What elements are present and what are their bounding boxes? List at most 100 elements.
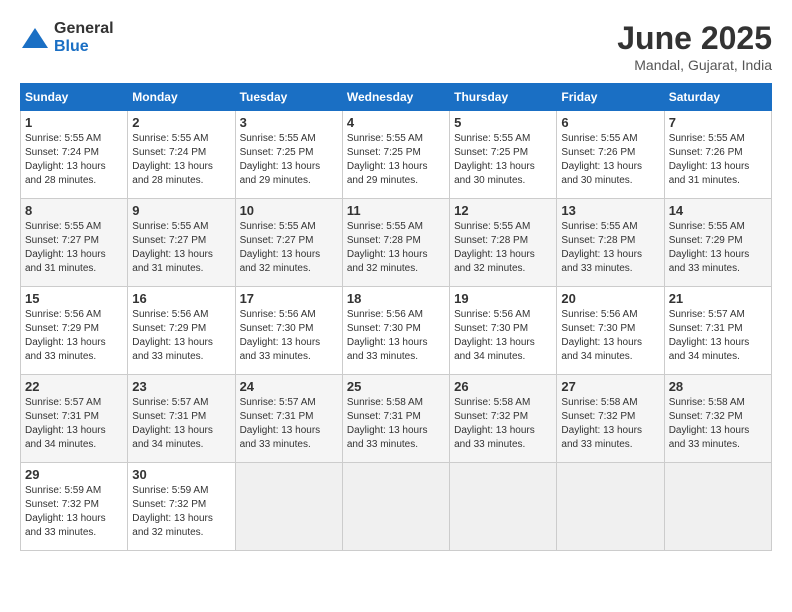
day-number-15: 15 bbox=[25, 291, 123, 306]
day-cell-21: 21Sunrise: 5:57 AMSunset: 7:31 PMDayligh… bbox=[664, 287, 771, 375]
day-number-17: 17 bbox=[240, 291, 338, 306]
day-cell-24: 24 Sunrise: 5:57 AMSunset: 7:31 PMDayligh… bbox=[235, 375, 342, 463]
header-thursday: Thursday bbox=[450, 84, 557, 111]
day-info-27: Sunrise: 5:58 AMSunset: 7:32 PMDaylight:… bbox=[561, 396, 659, 452]
page-header: General Blue June 2025 Mandal, Gujarat, … bbox=[20, 20, 772, 73]
day-info-28: Sunrise: 5:58 AMSunset: 7:32 PMDaylight:… bbox=[669, 396, 767, 452]
day-number-8: 8 bbox=[25, 203, 123, 218]
day-number-27: 27 bbox=[561, 379, 659, 394]
day-number-25: 25 bbox=[347, 379, 445, 394]
day-cell-19: 19 Sunrise: 5:56 AMSunset: 7:30 PMDayligh… bbox=[450, 287, 557, 375]
calendar-week-4: 22 Sunrise: 5:57 AMSunset: 7:31 PMDayligh… bbox=[21, 375, 772, 463]
day-cell-2: 2Sunrise: 5:55 AMSunset: 7:24 PMDaylight… bbox=[128, 111, 235, 199]
day-number-28: 28 bbox=[669, 379, 767, 394]
day-info-13: Sunrise: 5:55 AMSunset: 7:28 PMDaylight:… bbox=[561, 220, 659, 276]
day-info-9: Sunrise: 5:55 AMSunset: 7:27 PMDaylight:… bbox=[132, 220, 230, 276]
logo-blue: Blue bbox=[54, 38, 114, 56]
calendar-week-3: 15 Sunrise: 5:56 AMSunset: 7:29 PMDayligh… bbox=[21, 287, 772, 375]
day-number-11: 11 bbox=[347, 203, 445, 218]
day-info-16: Sunrise: 5:56 AMSunset: 7:29 PMDaylight:… bbox=[132, 308, 230, 364]
day-info-25: Sunrise: 5:58 AMSunset: 7:31 PMDaylight:… bbox=[347, 396, 445, 452]
day-cell-14: 14Sunrise: 5:55 AMSunset: 7:29 PMDayligh… bbox=[664, 199, 771, 287]
day-info-29: Sunrise: 5:59 AMSunset: 7:32 PMDaylight:… bbox=[25, 484, 123, 540]
day-info-3: Sunrise: 5:55 AMSunset: 7:25 PMDaylight:… bbox=[240, 132, 338, 188]
day-info-21: Sunrise: 5:57 AMSunset: 7:31 PMDaylight:… bbox=[669, 308, 767, 364]
day-info-10: Sunrise: 5:55 AMSunset: 7:27 PMDaylight:… bbox=[240, 220, 338, 276]
empty-cell bbox=[450, 463, 557, 551]
day-cell-27: 27 Sunrise: 5:58 AMSunset: 7:32 PMDayligh… bbox=[557, 375, 664, 463]
day-info-30: Sunrise: 5:59 AMSunset: 7:32 PMDaylight:… bbox=[132, 484, 230, 540]
empty-cell bbox=[235, 463, 342, 551]
day-cell-22: 22 Sunrise: 5:57 AMSunset: 7:31 PMDayligh… bbox=[21, 375, 128, 463]
day-cell-10: 10 Sunrise: 5:55 AMSunset: 7:27 PMDayligh… bbox=[235, 199, 342, 287]
calendar-body: 1 Sunrise: 5:55 AMSunset: 7:24 PMDaylight… bbox=[21, 111, 772, 551]
day-info-24: Sunrise: 5:57 AMSunset: 7:31 PMDaylight:… bbox=[240, 396, 338, 452]
calendar-header: SundayMondayTuesdayWednesdayThursdayFrid… bbox=[21, 84, 772, 111]
calendar: SundayMondayTuesdayWednesdayThursdayFrid… bbox=[20, 83, 772, 551]
day-cell-13: 13 Sunrise: 5:55 AMSunset: 7:28 PMDayligh… bbox=[557, 199, 664, 287]
day-info-19: Sunrise: 5:56 AMSunset: 7:30 PMDaylight:… bbox=[454, 308, 552, 364]
day-number-20: 20 bbox=[561, 291, 659, 306]
day-info-6: Sunrise: 5:55 AMSunset: 7:26 PMDaylight:… bbox=[561, 132, 659, 188]
logo-general: General bbox=[54, 20, 114, 38]
day-info-4: Sunrise: 5:55 AMSunset: 7:25 PMDaylight:… bbox=[347, 132, 445, 188]
day-cell-25: 25 Sunrise: 5:58 AMSunset: 7:31 PMDayligh… bbox=[342, 375, 449, 463]
day-info-22: Sunrise: 5:57 AMSunset: 7:31 PMDaylight:… bbox=[25, 396, 123, 452]
day-number-24: 24 bbox=[240, 379, 338, 394]
day-info-7: Sunrise: 5:55 AMSunset: 7:26 PMDaylight:… bbox=[669, 132, 767, 188]
day-number-10: 10 bbox=[240, 203, 338, 218]
day-number-6: 6 bbox=[561, 115, 659, 130]
day-cell-30: 30Sunrise: 5:59 AMSunset: 7:32 PMDayligh… bbox=[128, 463, 235, 551]
day-cell-6: 6 Sunrise: 5:55 AMSunset: 7:26 PMDaylight… bbox=[557, 111, 664, 199]
day-cell-12: 12 Sunrise: 5:55 AMSunset: 7:28 PMDayligh… bbox=[450, 199, 557, 287]
day-cell-28: 28 Sunrise: 5:58 AMSunset: 7:32 PMDayligh… bbox=[664, 375, 771, 463]
day-number-5: 5 bbox=[454, 115, 552, 130]
day-number-13: 13 bbox=[561, 203, 659, 218]
day-number-16: 16 bbox=[132, 291, 230, 306]
day-info-26: Sunrise: 5:58 AMSunset: 7:32 PMDaylight:… bbox=[454, 396, 552, 452]
logo-icon bbox=[20, 23, 50, 53]
header-tuesday: Tuesday bbox=[235, 84, 342, 111]
day-cell-20: 20 Sunrise: 5:56 AMSunset: 7:30 PMDayligh… bbox=[557, 287, 664, 375]
day-number-18: 18 bbox=[347, 291, 445, 306]
day-info-11: Sunrise: 5:55 AMSunset: 7:28 PMDaylight:… bbox=[347, 220, 445, 276]
day-number-1: 1 bbox=[25, 115, 123, 130]
day-number-26: 26 bbox=[454, 379, 552, 394]
day-cell-18: 18 Sunrise: 5:56 AMSunset: 7:30 PMDayligh… bbox=[342, 287, 449, 375]
month-title: June 2025 bbox=[617, 20, 772, 57]
day-number-7: 7 bbox=[669, 115, 767, 130]
header-sunday: Sunday bbox=[21, 84, 128, 111]
day-info-15: Sunrise: 5:56 AMSunset: 7:29 PMDaylight:… bbox=[25, 308, 123, 364]
empty-cell bbox=[342, 463, 449, 551]
title-block: June 2025 Mandal, Gujarat, India bbox=[617, 20, 772, 73]
day-info-12: Sunrise: 5:55 AMSunset: 7:28 PMDaylight:… bbox=[454, 220, 552, 276]
day-info-1: Sunrise: 5:55 AMSunset: 7:24 PMDaylight:… bbox=[25, 132, 123, 188]
calendar-week-1: 1 Sunrise: 5:55 AMSunset: 7:24 PMDaylight… bbox=[21, 111, 772, 199]
day-number-29: 29 bbox=[25, 467, 123, 482]
day-number-22: 22 bbox=[25, 379, 123, 394]
day-number-12: 12 bbox=[454, 203, 552, 218]
day-info-20: Sunrise: 5:56 AMSunset: 7:30 PMDaylight:… bbox=[561, 308, 659, 364]
empty-cell bbox=[557, 463, 664, 551]
header-wednesday: Wednesday bbox=[342, 84, 449, 111]
location: Mandal, Gujarat, India bbox=[617, 57, 772, 73]
logo: General Blue bbox=[20, 20, 114, 55]
empty-cell bbox=[664, 463, 771, 551]
day-number-19: 19 bbox=[454, 291, 552, 306]
day-info-18: Sunrise: 5:56 AMSunset: 7:30 PMDaylight:… bbox=[347, 308, 445, 364]
day-number-23: 23 bbox=[132, 379, 230, 394]
day-number-14: 14 bbox=[669, 203, 767, 218]
header-friday: Friday bbox=[557, 84, 664, 111]
day-info-8: Sunrise: 5:55 AMSunset: 7:27 PMDaylight:… bbox=[25, 220, 123, 276]
header-saturday: Saturday bbox=[664, 84, 771, 111]
day-cell-26: 26 Sunrise: 5:58 AMSunset: 7:32 PMDayligh… bbox=[450, 375, 557, 463]
calendar-week-2: 8 Sunrise: 5:55 AMSunset: 7:27 PMDaylight… bbox=[21, 199, 772, 287]
day-cell-11: 11 Sunrise: 5:55 AMSunset: 7:28 PMDayligh… bbox=[342, 199, 449, 287]
day-cell-3: 3 Sunrise: 5:55 AMSunset: 7:25 PMDaylight… bbox=[235, 111, 342, 199]
day-number-3: 3 bbox=[240, 115, 338, 130]
day-cell-7: 7 Sunrise: 5:55 AMSunset: 7:26 PMDaylight… bbox=[664, 111, 771, 199]
day-cell-4: 4Sunrise: 5:55 AMSunset: 7:25 PMDaylight… bbox=[342, 111, 449, 199]
day-cell-5: 5Sunrise: 5:55 AMSunset: 7:25 PMDaylight… bbox=[450, 111, 557, 199]
day-info-23: Sunrise: 5:57 AMSunset: 7:31 PMDaylight:… bbox=[132, 396, 230, 452]
day-cell-29: 29 Sunrise: 5:59 AMSunset: 7:32 PMDayligh… bbox=[21, 463, 128, 551]
